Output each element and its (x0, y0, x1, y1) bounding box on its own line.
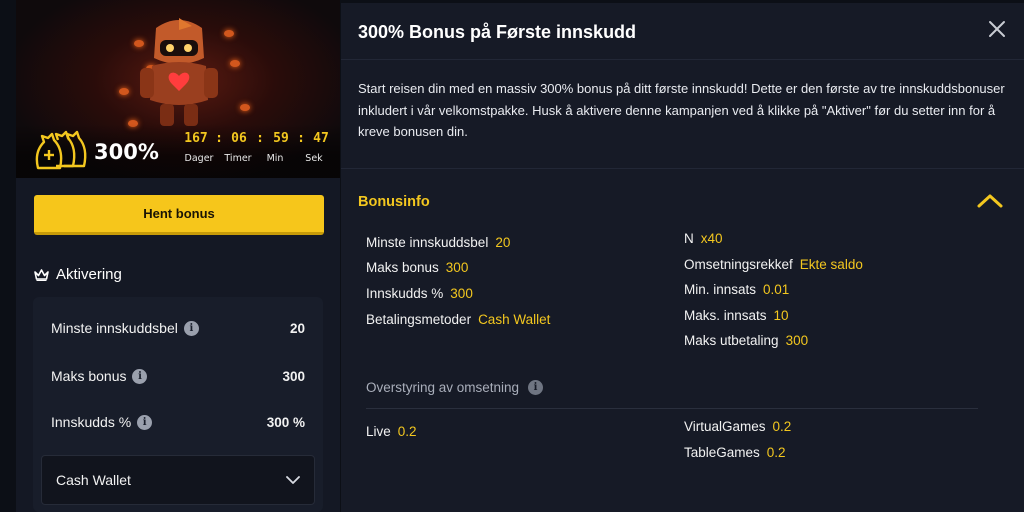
timer-hours: 06 (231, 131, 247, 146)
override-label: VirtualGames (684, 419, 766, 434)
override-row: TableGames 0.2 (684, 445, 786, 460)
timer-days-label: Dager (184, 153, 214, 164)
bonusinfo-label: Min. innsats (684, 282, 757, 297)
timer-days: 167 (184, 131, 208, 146)
bonus-modal: 300% 167 : 06 : 59 : 47 Dager Timer Min … (0, 0, 1024, 512)
bonusinfo-value: 300 (445, 260, 469, 275)
activation-row-value: 20 (289, 320, 305, 336)
timer-hours-label: Timer (224, 153, 252, 164)
bonus-description: Start reisen din med en massiv 300% bonu… (358, 81, 1005, 139)
bonusinfo-label: Maks. innsats (684, 308, 767, 323)
bonus-percent: 300% (94, 140, 159, 164)
divider (366, 408, 978, 409)
wallet-select[interactable]: Cash Wallet (41, 455, 315, 505)
bonusinfo-label: Maks utbetaling (684, 333, 779, 348)
bonusinfo-label: Minste innskuddsbel (366, 235, 489, 250)
bonusinfo-value: 300 (450, 286, 473, 301)
claim-bonus-button[interactable]: Hent bonus (34, 195, 324, 235)
activation-row: Innskudds % i 300 % (41, 401, 315, 443)
wallet-select-value: Cash Wallet (56, 472, 131, 488)
override-label: TableGames (684, 445, 760, 460)
promo-banner: 300% 167 : 06 : 59 : 47 Dager Timer Min … (16, 0, 340, 178)
crown-icon (34, 268, 49, 281)
bonusinfo-value: 20 (495, 235, 511, 250)
activation-title: Aktivering (56, 266, 122, 283)
override-row: Live 0.2 (366, 424, 417, 439)
bonusinfo-row: Min. innsats 0.01 (684, 282, 789, 297)
override-row: VirtualGames 0.2 (684, 419, 791, 434)
bonusinfo-row: Betalingsmetoder Cash Wallet (366, 312, 550, 327)
timer-minutes: 59 (273, 131, 289, 146)
info-icon[interactable]: i (137, 414, 153, 430)
override-label: Live (366, 424, 391, 439)
bonusinfo-label: Betalingsmetoder (366, 312, 472, 327)
activation-row-label: Innskudds % (51, 414, 132, 430)
bonusinfo-value: 0.01 (763, 282, 790, 297)
info-icon[interactable]: i (183, 320, 199, 336)
bonusinfo-row: Minste innskuddsbel 20 (366, 235, 510, 250)
timer-minutes-label: Min (266, 153, 284, 164)
bonusinfo-row: Maks bonus 300 (366, 260, 468, 275)
info-icon[interactable]: i (132, 368, 148, 384)
override-value: 0.2 (766, 445, 786, 460)
timer-seconds: 47 (313, 131, 329, 146)
bonusinfo-value: 10 (773, 308, 789, 323)
activation-row-value: 300 (282, 368, 305, 384)
countdown-timer: 167 : 06 : 59 : 47 Dager Timer Min Sek (178, 131, 338, 164)
activation-row: Maks bonus i 300 (41, 355, 315, 397)
bonusinfo-row: Nx40 (684, 231, 723, 246)
knight-illustration (140, 18, 218, 126)
bonusinfo-value: x40 (700, 231, 723, 246)
bonusinfo-value: Ekte saldo (799, 257, 863, 272)
chevron-up-icon[interactable] (977, 193, 1003, 209)
money-bags-icon (35, 130, 87, 170)
activation-row-value: 300 % (266, 414, 305, 430)
bonusinfo-label: Omsetningsrekkef (684, 257, 793, 272)
bonusinfo-row: Maks utbetaling 300 (684, 333, 808, 348)
activation-heading: Aktivering (34, 266, 122, 283)
bonus-card: 300% 167 : 06 : 59 : 47 Dager Timer Min … (16, 0, 340, 512)
bonusinfo-label: N (684, 231, 694, 246)
bonusinfo-row: Omsetningsrekkef Ekte saldo (684, 257, 863, 272)
bonusinfo-row: Innskudds % 300 (366, 286, 473, 301)
activation-row-label: Maks bonus (51, 368, 127, 384)
bonusinfo-label: Innskudds % (366, 286, 444, 301)
close-icon[interactable] (987, 19, 1007, 39)
bonusinfo-label: Maks bonus (366, 260, 439, 275)
wagering-override-heading: Overstyring av omsetning i (366, 380, 544, 395)
info-icon[interactable]: i (528, 380, 544, 395)
activation-row: Minste innskuddsbel i 20 (41, 307, 315, 349)
page-title: 300% Bonus på Første innskudd (358, 22, 637, 42)
override-value: 0.2 (397, 424, 417, 439)
timer-seconds-label: Sek (305, 153, 323, 164)
override-value: 0.2 (772, 419, 792, 434)
bonusinfo-heading[interactable]: Bonusinfo (358, 194, 430, 210)
chevron-down-icon (286, 475, 300, 484)
divider (341, 59, 1024, 60)
bonusinfo-value: Cash Wallet (478, 312, 551, 327)
bonusinfo-row: Maks. innsats 10 (684, 308, 789, 323)
divider (341, 168, 1024, 169)
activation-panel: Minste innskuddsbel i 20 Maks bonus i 300 … (33, 297, 323, 512)
activation-row-label: Minste innskuddsbel (51, 320, 178, 336)
bonusinfo-value: 300 (785, 333, 809, 348)
bonus-detail-panel: 300% Bonus på Første innskudd Start reis… (341, 3, 1024, 512)
